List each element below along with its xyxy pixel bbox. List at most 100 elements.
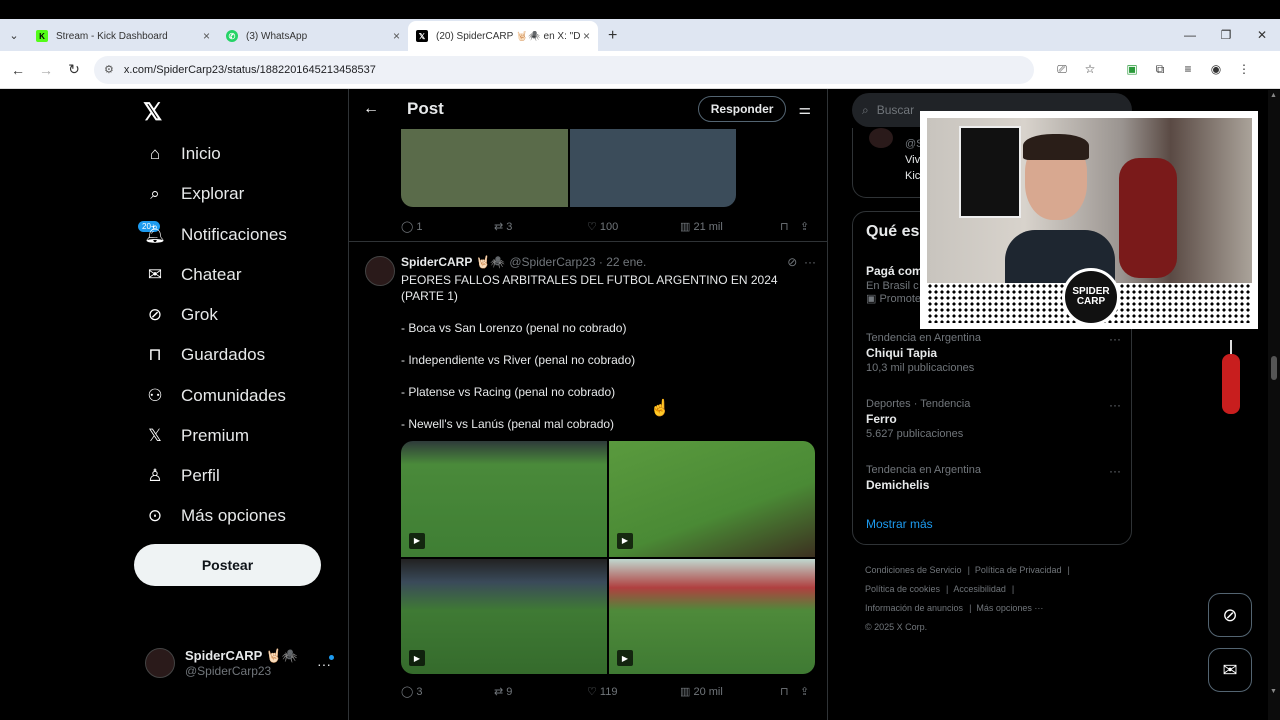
nav-label: Chatear	[181, 265, 242, 284]
like-action[interactable]: ♡ 119	[587, 685, 680, 699]
nav-mas-opciones[interactable]: ⊙ Más opciones	[144, 505, 286, 527]
post-button[interactable]: Postear	[134, 544, 321, 586]
nav-label: Inicio	[181, 144, 221, 163]
scrollbar-thumb[interactable]	[1271, 356, 1277, 380]
x-icon: 𝕏	[416, 30, 428, 42]
avatar[interactable]	[365, 256, 395, 286]
new-tab-button[interactable]: +	[608, 27, 617, 45]
communities-icon: ⚇	[147, 386, 163, 405]
nav-label: Guardados	[181, 345, 266, 364]
footer-link[interactable]: Política de cookies	[865, 584, 940, 594]
nav-label: Explorar	[181, 184, 245, 203]
nav-notificaciones[interactable]: 🔔︎ Notificaciones	[144, 224, 287, 246]
url-text: x.com/SpiderCarp23/status/18822016452134…	[123, 63, 376, 76]
like-action[interactable]: ♡ 100	[587, 220, 680, 234]
footer-link[interactable]: Información de anuncios	[865, 603, 963, 613]
reply-action[interactable]: ◯ 1	[401, 220, 494, 234]
nav-label: Comunidades	[181, 386, 286, 405]
screen-top-bar	[0, 0, 1280, 19]
scroll-down-icon[interactable]: ▼	[1270, 688, 1277, 695]
nav-guardados[interactable]: ⊓ Guardados	[144, 344, 265, 366]
forward-icon[interactable]: →	[32, 62, 60, 78]
menu-icon[interactable]: ⋮	[1230, 62, 1258, 77]
tab-search-button[interactable]: ⌄	[0, 21, 28, 49]
url-input[interactable]: ⚙ x.com/SpiderCarp23/status/188220164521…	[94, 55, 1034, 84]
previous-tweet-media[interactable]	[401, 129, 736, 207]
nav-explorar[interactable]: ⌕ Explorar	[144, 183, 244, 205]
share-icon[interactable]: ⇪	[800, 685, 809, 698]
nav-premium[interactable]: 𝕏 Premium	[144, 425, 249, 447]
browser-tab-kick[interactable]: K Stream - Kick Dashboard ×	[28, 21, 218, 51]
home-icon: ⌂	[149, 144, 161, 163]
extensions-puzzle-icon[interactable]: ⧉	[1146, 62, 1174, 77]
close-tab-icon[interactable]: ×	[203, 29, 210, 43]
minimize-icon[interactable]: —	[1172, 19, 1208, 51]
trend-item[interactable]: Deportes · Tendencia Ferro 5.627 publica…	[866, 398, 1121, 440]
scroll-up-icon[interactable]: ▲	[1270, 92, 1277, 99]
back-arrow-icon[interactable]: ←	[349, 100, 393, 118]
more-icon[interactable]: ···	[1109, 398, 1121, 412]
video-thumbnail[interactable]: ▶	[609, 441, 815, 557]
account-switcher[interactable]: SpiderCARP 🤘🏻🕷️ @SpiderCarp23 ···	[145, 648, 334, 678]
browser-tab-x[interactable]: 𝕏 (20) SpiderCARP 🤘🏻🕷️ en X: "D ×	[408, 21, 598, 51]
grok-fab-icon[interactable]: ⊘	[1208, 593, 1252, 637]
page-scrollbar[interactable]: ▲ ▼	[1268, 90, 1280, 720]
trend-item[interactable]: Tendencia en Argentina Chiqui Tapia 10,3…	[866, 332, 1121, 374]
sliders-icon[interactable]: ⚌	[798, 101, 811, 118]
footer-link[interactable]: Condiciones de Servicio	[865, 565, 962, 575]
repost-action[interactable]: ⇄ 3	[494, 220, 587, 234]
account-name: SpiderCARP 🤘🏻🕷️	[185, 648, 299, 663]
nav-chatear[interactable]: ✉ Chatear	[144, 264, 242, 286]
trend-item[interactable]: Tendencia en Argentina Demichelis ···	[866, 464, 1121, 494]
nav-comunidades[interactable]: ⚇ Comunidades	[144, 385, 286, 407]
tweet-line: - Boca vs San Lorenzo (penal no cobrado)	[401, 321, 627, 335]
more-icon[interactable]: ···	[1109, 464, 1121, 478]
share-icon[interactable]: ⇪	[800, 220, 809, 233]
views-action[interactable]: ▥ 20 mil	[680, 685, 780, 699]
reply-button[interactable]: Responder	[697, 96, 787, 122]
play-icon: ▶	[409, 650, 425, 666]
site-info-icon[interactable]: ⚙	[104, 63, 114, 76]
reload-icon[interactable]: ↻	[60, 61, 88, 78]
close-tab-icon[interactable]: ×	[393, 29, 400, 43]
x-logo-icon[interactable]: 𝕏	[143, 98, 162, 127]
video-thumbnail[interactable]: ▶	[401, 441, 607, 557]
reply-action[interactable]: ◯ 3	[401, 685, 494, 699]
extension-icon[interactable]: ▣	[1118, 62, 1146, 77]
bookmark-star-icon[interactable]: ☆	[1076, 62, 1104, 77]
footer-link[interactable]: Más opciones ···	[976, 603, 1043, 613]
nav-inicio[interactable]: ⌂ Inicio	[144, 143, 221, 165]
back-icon[interactable]: ←	[4, 62, 32, 78]
grok-icon[interactable]: ⊘ ···	[787, 255, 816, 269]
tweet-handle-date[interactable]: @SpiderCarp23 · 22 ene.	[509, 255, 646, 269]
close-window-icon[interactable]: ✕	[1244, 19, 1280, 51]
repost-action[interactable]: ⇄ 9	[494, 685, 587, 699]
avatar[interactable]	[869, 128, 893, 148]
tweet-author-name[interactable]: SpiderCARP 🤘🏻🕷️	[401, 255, 505, 269]
whatsapp-icon: ✆	[226, 30, 238, 42]
hanging-spiderman-decoration	[1212, 340, 1248, 430]
more-icon[interactable]: ···	[1109, 332, 1121, 346]
close-tab-icon[interactable]: ×	[583, 29, 590, 43]
nav-grok[interactable]: ⊘ Grok	[144, 304, 218, 326]
webcam-feed	[927, 118, 1252, 296]
views-action[interactable]: ▥ 21 mil	[680, 220, 780, 234]
video-thumbnail[interactable]: ▶	[401, 558, 607, 674]
restore-icon[interactable]: ❐	[1208, 19, 1244, 51]
footer-link[interactable]: Accesibilidad	[953, 584, 1006, 594]
bookmark-icon[interactable]: ⊓	[780, 220, 800, 233]
media-icon[interactable]: ≡	[1174, 62, 1202, 77]
browser-tab-whatsapp[interactable]: ✆ (3) WhatsApp ×	[218, 21, 408, 51]
profile-icon[interactable]: ◉	[1202, 62, 1230, 77]
trend-context: Deportes · Tendencia	[866, 398, 971, 410]
nav-perfil[interactable]: ♙ Perfil	[144, 465, 219, 487]
messages-fab-icon[interactable]: ✉	[1208, 648, 1252, 692]
play-icon: ▶	[409, 532, 425, 549]
footer-link[interactable]: Política de Privacidad	[975, 565, 1062, 575]
bookmark-icon[interactable]: ⊓	[780, 685, 800, 698]
search-icon: ⌕	[862, 102, 869, 117]
install-icon[interactable]: ⎚	[1048, 62, 1076, 77]
video-thumbnail[interactable]: ▶	[609, 558, 815, 674]
mouse-cursor-icon: ☝	[650, 400, 670, 417]
show-more-link[interactable]: Mostrar más	[866, 517, 933, 531]
